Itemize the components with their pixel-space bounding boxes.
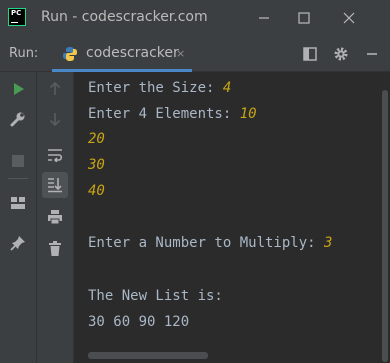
maximize-icon <box>298 12 310 24</box>
soft-wrap-icon <box>48 149 63 162</box>
down-stack-button[interactable] <box>42 106 68 132</box>
console-line: The New List is: <box>88 288 223 304</box>
pin-tab-button[interactable] <box>5 230 31 256</box>
stop-button[interactable] <box>5 148 31 174</box>
console-line: 40 <box>88 183 105 199</box>
console-line: 20 <box>88 131 105 147</box>
run-tool-window-header: Run: codescracker × <box>0 36 390 72</box>
settings-button[interactable] <box>331 44 351 64</box>
rerun-icon <box>14 83 24 95</box>
layout-icon <box>303 47 317 61</box>
python-icon <box>62 46 78 66</box>
minimize-icon <box>259 17 269 19</box>
vertical-scrollbar[interactable] <box>380 72 390 363</box>
console-line: Enter 4 Elements: 10 <box>88 106 257 122</box>
stop-icon <box>12 155 24 167</box>
separator <box>8 178 28 179</box>
close-button[interactable] <box>331 0 367 36</box>
window-title: Run - codescracker.com <box>41 9 208 25</box>
console-line: Enter the Size: 4 <box>88 80 232 96</box>
modify-config-button[interactable] <box>5 106 31 132</box>
tab-close-icon[interactable]: × <box>176 47 185 60</box>
up-arrow-icon <box>49 82 61 95</box>
pycharm-logo-icon: PC <box>8 8 26 26</box>
layout-button[interactable] <box>300 44 320 64</box>
logo-text: PC <box>11 9 22 17</box>
hide-button[interactable] <box>362 44 382 64</box>
scroll-to-end-icon <box>48 178 62 193</box>
maximize-button[interactable] <box>286 0 322 36</box>
tab-label: codescracker <box>86 45 179 61</box>
minimize-button[interactable] <box>246 0 282 36</box>
close-icon <box>343 12 355 24</box>
restore-layout-button[interactable] <box>5 190 31 216</box>
wrench-icon <box>10 112 25 127</box>
run-actions-toolbar <box>0 72 37 363</box>
gear-icon <box>334 47 348 61</box>
layout-icon <box>11 197 25 209</box>
console-actions-toolbar <box>37 72 74 363</box>
console-line: Enter a Number to Multiply: 3 <box>88 235 333 251</box>
soft-wrap-button[interactable] <box>42 142 68 168</box>
hide-icon <box>367 53 377 55</box>
print-icon <box>48 210 62 225</box>
scroll-to-end-button[interactable] <box>42 172 68 198</box>
horizontal-scroll-thumb[interactable] <box>88 352 208 359</box>
trash-icon <box>49 241 61 256</box>
up-stack-button[interactable] <box>42 76 68 102</box>
print-button[interactable] <box>42 204 68 230</box>
console-line: 30 <box>88 157 105 173</box>
pin-icon <box>10 236 25 251</box>
title-bar: PC Run - codescracker.com <box>0 0 390 36</box>
down-arrow-icon <box>49 113 61 126</box>
console-output[interactable]: Enter the Size: 4 Enter 4 Elements: 10 2… <box>74 72 380 363</box>
run-label: Run: <box>9 46 39 61</box>
clear-all-button[interactable] <box>42 236 68 262</box>
rerun-button[interactable] <box>5 76 31 102</box>
console-line: 30 60 90 120 <box>88 314 190 330</box>
tab-codescracker[interactable]: codescracker × <box>52 36 192 72</box>
vertical-scroll-thumb[interactable] <box>382 90 388 362</box>
